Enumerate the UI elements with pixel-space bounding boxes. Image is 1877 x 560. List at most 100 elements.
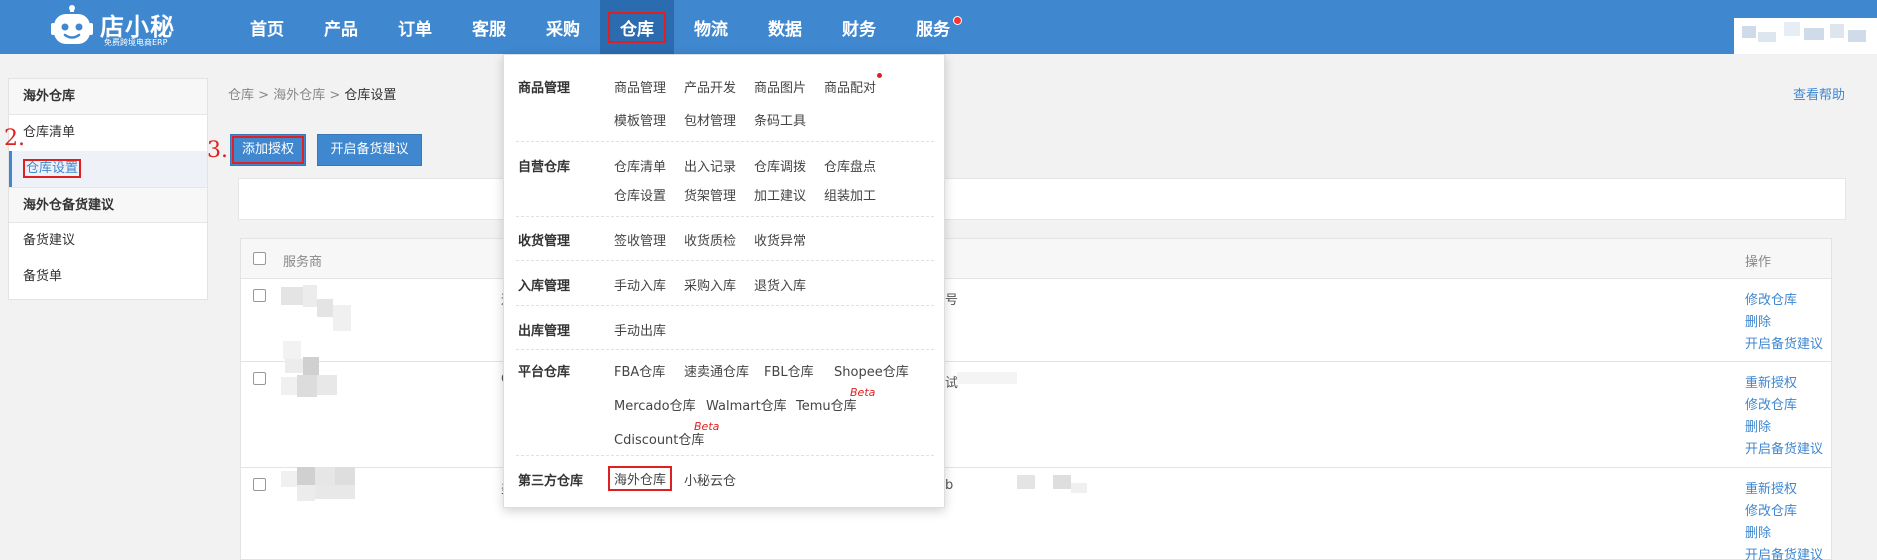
delete-link[interactable]: 删除 — [1745, 416, 1771, 435]
menu-item-mercado-warehouse[interactable]: Mercado仓库 — [614, 395, 696, 414]
sidebar: 海外仓库 仓库清单 仓库设置 海外仓备货建议 备货建议 备货单 — [8, 78, 208, 300]
blurred-provider — [281, 377, 297, 395]
reauthorize-link[interactable]: 重新授权 — [1745, 478, 1797, 497]
help-link[interactable]: 查看帮助 — [1793, 84, 1845, 103]
blurred-provider — [317, 299, 333, 317]
blurred-username — [1742, 26, 1756, 38]
row-checkbox[interactable] — [253, 289, 266, 302]
annotation-step-2: 2. — [4, 126, 25, 151]
row-checkbox[interactable] — [253, 478, 266, 491]
nav-orders[interactable]: 订单 — [378, 0, 452, 54]
menu-divider — [516, 216, 934, 217]
sidebar-item-stock-suggestion[interactable]: 备货建议 — [9, 223, 207, 259]
breadcrumb-warehouse[interactable]: 仓库 — [228, 88, 254, 103]
menu-item-overseas-warehouse[interactable]: 海外仓库 — [608, 466, 673, 491]
menu-item-packaging-management[interactable]: 包材管理 — [684, 110, 736, 129]
row-divider — [241, 361, 1831, 362]
menu-item-return-inbound[interactable]: 退货入库 — [754, 275, 806, 294]
menu-item-shopee-warehouse[interactable]: Shopee仓库 — [834, 361, 909, 380]
delete-link[interactable]: 删除 — [1745, 522, 1771, 541]
menu-item-temu-warehouse[interactable]: Temu仓库 — [796, 395, 857, 414]
nav-customer-service[interactable]: 客服 — [452, 0, 526, 54]
nav-home[interactable]: 首页 — [230, 0, 304, 54]
annotation-step-3: 3. — [207, 138, 228, 163]
select-all-checkbox[interactable] — [253, 252, 266, 265]
reauthorize-link[interactable]: 重新授权 — [1745, 372, 1797, 391]
nav-services[interactable]: 服务 — [896, 0, 970, 54]
menu-item-manual-inbound[interactable]: 手动入库 — [614, 275, 666, 294]
menu-item-receiving-exception[interactable]: 收货异常 — [754, 230, 806, 249]
menu-item-walmart-warehouse[interactable]: Walmart仓库 — [706, 395, 787, 414]
menu-item-product-images[interactable]: 商品图片 — [754, 77, 806, 96]
edit-warehouse-link[interactable]: 修改仓库 — [1745, 289, 1797, 308]
blurred-provider — [303, 285, 317, 307]
add-authorization-button[interactable]: 添加授权 — [230, 134, 306, 166]
menu-item-warehouse-inventory[interactable]: 仓库盘点 — [824, 156, 876, 175]
nav-finance[interactable]: 财务 — [822, 0, 896, 54]
cell-text-fragment: 号 — [945, 293, 959, 308]
menu-item-product-management[interactable]: 商品管理 — [614, 77, 666, 96]
delete-link[interactable]: 删除 — [1745, 311, 1771, 330]
edit-warehouse-link[interactable]: 修改仓库 — [1745, 394, 1797, 413]
menu-item-warehouse-list[interactable]: 仓库清单 — [614, 156, 666, 175]
menu-divider — [516, 305, 934, 306]
nav-logistics[interactable]: 物流 — [674, 0, 748, 54]
menu-item-product-development[interactable]: 产品开发 — [684, 77, 736, 96]
menu-item-in-out-records[interactable]: 出入记录 — [684, 156, 736, 175]
menu-item-product-matching[interactable]: 商品配对 — [824, 77, 876, 96]
main-nav: 首页 产品 订单 客服 采购 仓库 物流 数据 财务 服务 — [230, 0, 970, 54]
blurred-cell — [1053, 475, 1071, 489]
menu-item-purchase-inbound[interactable]: 采购入库 — [684, 275, 736, 294]
logo[interactable]: 店小秘 免费跨境电商ERP — [50, 2, 175, 52]
menu-item-assembly-processing[interactable]: 组装加工 — [824, 185, 876, 204]
menu-item-processing-suggestion[interactable]: 加工建议 — [754, 185, 806, 204]
blurred-provider — [333, 305, 351, 331]
blurred-provider — [315, 485, 355, 499]
blurred-username — [1804, 28, 1824, 40]
breadcrumb-overseas[interactable]: 海外仓库 — [273, 88, 325, 103]
menu-item-cdiscount-warehouse[interactable]: Cdiscount仓库 — [614, 429, 704, 448]
blurred-provider — [297, 467, 315, 485]
notification-dot-icon — [953, 16, 962, 25]
menu-divider — [516, 455, 934, 456]
menu-section-inbound: 入库管理 — [518, 279, 571, 294]
menu-item-warehouse-settings[interactable]: 仓库设置 — [614, 185, 666, 204]
menu-item-manual-outbound[interactable]: 手动出库 — [614, 320, 666, 339]
menu-section-platform-warehouse: 平台仓库 — [518, 365, 571, 380]
nav-products[interactable]: 产品 — [304, 0, 378, 54]
menu-item-barcode-tool[interactable]: 条码工具 — [754, 110, 806, 129]
sidebar-item-warehouse-list[interactable]: 仓库清单 — [9, 115, 207, 151]
menu-item-aliexpress-warehouse[interactable]: 速卖通仓库 — [684, 361, 749, 380]
row-checkbox[interactable] — [253, 372, 266, 385]
blurred-username — [1758, 32, 1776, 42]
menu-item-fbl-warehouse[interactable]: FBL仓库 — [764, 361, 814, 380]
logo-subtitle: 免费跨境电商ERP — [104, 38, 168, 47]
menu-item-warehouse-transfer[interactable]: 仓库调拨 — [754, 156, 806, 175]
new-badge-dot-icon — [877, 73, 882, 78]
nav-purchase[interactable]: 采购 — [526, 0, 600, 54]
menu-item-receiving-inspection[interactable]: 收货质检 — [684, 230, 736, 249]
menu-item-xiaomi-cloud-warehouse[interactable]: 小秘云仓 — [684, 470, 736, 489]
menu-item-sign-management[interactable]: 签收管理 — [614, 230, 666, 249]
sidebar-item-warehouse-settings[interactable]: 仓库设置 — [9, 151, 207, 187]
blurred-cell — [957, 372, 1017, 384]
menu-item-fba-warehouse[interactable]: FBA仓库 — [614, 361, 665, 380]
nav-warehouse[interactable]: 仓库 — [600, 0, 674, 54]
start-stock-suggestion-link[interactable]: 开启备货建议 — [1745, 438, 1823, 457]
breadcrumb: 仓库 > 海外仓库 > 仓库设置 — [228, 88, 397, 103]
user-account-area[interactable] — [1734, 18, 1877, 54]
start-stock-suggestion-button[interactable]: 开启备货建议 — [317, 134, 422, 166]
start-stock-suggestion-link[interactable]: 开启备货建议 — [1745, 333, 1823, 352]
edit-warehouse-link[interactable]: 修改仓库 — [1745, 500, 1797, 519]
menu-item-shelf-management[interactable]: 货架管理 — [684, 185, 736, 204]
sidebar-item-stock-order[interactable]: 备货单 — [9, 259, 207, 295]
nav-data[interactable]: 数据 — [748, 0, 822, 54]
menu-section-product-management: 商品管理 — [518, 81, 571, 96]
menu-divider — [516, 141, 934, 142]
beta-badge: Beta — [850, 386, 876, 399]
blurred-provider — [303, 357, 319, 375]
start-stock-suggestion-link[interactable]: 开启备货建议 — [1745, 544, 1823, 560]
menu-item-template-management[interactable]: 模板管理 — [614, 110, 666, 129]
blurred-provider — [297, 485, 315, 501]
beta-badge: Beta — [694, 420, 720, 433]
